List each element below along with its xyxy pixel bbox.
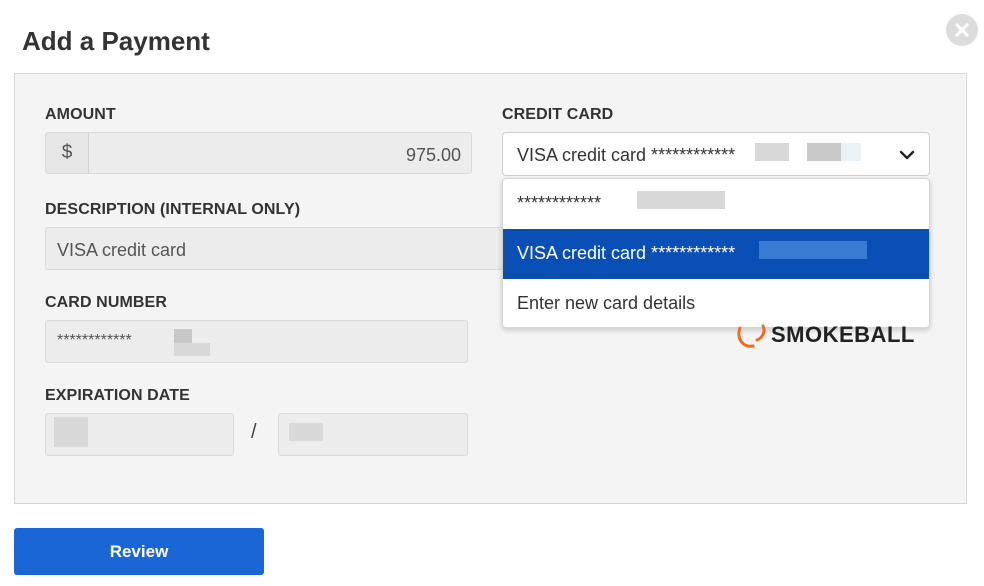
redacted-digits	[841, 143, 861, 161]
currency-symbol: $	[46, 133, 89, 173]
expiration-separator: /	[251, 421, 257, 443]
close-icon	[955, 23, 969, 37]
credit-card-label: CREDIT CARD	[502, 106, 614, 123]
description-label: DESCRIPTION (INTERNAL ONLY)	[45, 201, 301, 218]
option-label: VISA credit card ************	[517, 243, 736, 263]
credit-card-dropdown: ************ VISA credit card **********…	[502, 178, 930, 328]
credit-card-selected-value: VISA credit card ************	[517, 145, 736, 165]
card-number-masked: ************	[57, 332, 132, 349]
redacted-digits	[755, 143, 789, 161]
description-field[interactable]: VISA credit card	[45, 227, 503, 270]
redacted-digits	[174, 343, 210, 356]
review-button[interactable]: Review	[14, 528, 264, 575]
amount-field[interactable]: $ 975.00	[45, 132, 472, 174]
expiration-date-label: EXPIRATION DATE	[45, 387, 190, 404]
amount-value: 975.00	[405, 145, 461, 165]
redacted-digits	[807, 143, 841, 161]
redacted-month	[54, 417, 88, 447]
chevron-down-icon	[899, 150, 915, 160]
dropdown-option-saved-card[interactable]: ************	[503, 179, 929, 229]
dialog-title: Add a Payment	[22, 26, 210, 56]
credit-card-select[interactable]: VISA credit card ************	[502, 132, 930, 176]
redacted-digits	[637, 191, 725, 209]
option-label: ************	[517, 193, 602, 213]
card-number-field[interactable]: ************	[45, 320, 468, 363]
dropdown-option-new-card[interactable]: Enter new card details	[503, 279, 929, 327]
description-value: VISA credit card	[57, 240, 187, 260]
close-button[interactable]	[946, 14, 978, 46]
option-label: Enter new card details	[517, 293, 696, 313]
amount-label: AMOUNT	[45, 106, 116, 123]
dropdown-option-visa-card[interactable]: VISA credit card ************	[503, 229, 929, 279]
expiration-month-field[interactable]	[45, 413, 234, 456]
expiration-year-field[interactable]	[278, 413, 468, 456]
redacted-digits	[174, 329, 192, 343]
card-number-label: CARD NUMBER	[45, 294, 167, 311]
redacted-year	[289, 423, 323, 441]
smokeball-logo-icon	[737, 324, 766, 348]
redacted-digits	[759, 241, 867, 259]
smokeball-wordmark: SMOKEBALL	[771, 322, 915, 347]
